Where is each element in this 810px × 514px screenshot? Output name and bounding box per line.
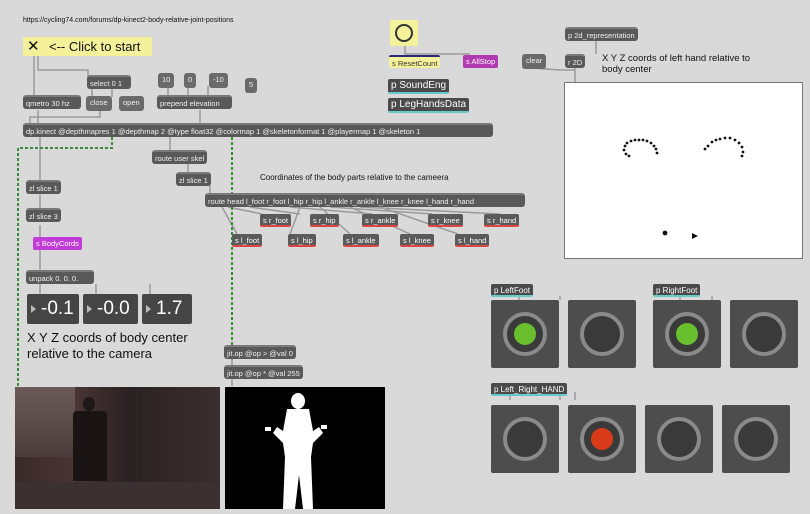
msg-5[interactable]: 5 xyxy=(245,78,258,93)
x-arrow-icon xyxy=(31,305,36,313)
send-l-knee[interactable]: s l_knee xyxy=(400,234,434,247)
led-fill xyxy=(676,323,698,345)
led-indicator xyxy=(580,312,624,356)
msg-10[interactable]: 10 xyxy=(158,73,175,88)
lcd-2d-canvas[interactable] xyxy=(564,82,803,259)
send-r-hip[interactable]: s r_hip xyxy=(310,214,339,227)
send-resetcount[interactable]: s ResetCount xyxy=(389,55,441,68)
close-message[interactable]: close xyxy=(86,96,112,111)
start-toggle[interactable]: ✕ <-- Click to start xyxy=(23,37,152,56)
send-r-knee[interactable]: s r_knee xyxy=(428,214,463,227)
send-l-hip[interactable]: s l_hip xyxy=(288,234,316,247)
led-indicator xyxy=(734,417,778,461)
person-silhouette xyxy=(83,397,95,411)
route-user-object[interactable]: route user skel xyxy=(152,150,208,164)
jit-op-mul-object[interactable]: jit.op @op * @val 255 xyxy=(224,365,303,379)
led-hand-4[interactable] xyxy=(722,405,790,473)
send-bodycords[interactable]: s BodyCords xyxy=(33,237,82,250)
zl-slice-1-object[interactable]: zl slice 1 xyxy=(176,172,211,186)
y-number[interactable]: -0.0 xyxy=(83,294,138,324)
z-value: 1.7 xyxy=(156,298,183,319)
led-right-foot-2[interactable] xyxy=(730,300,798,368)
led-indicator xyxy=(742,312,786,356)
bang-button[interactable] xyxy=(390,20,418,46)
y-arrow-icon xyxy=(87,305,92,313)
x-value: -0.1 xyxy=(41,298,74,319)
bpatcher-rightfoot-title[interactable]: p RightFoot xyxy=(653,284,701,297)
send-l-foot[interactable]: s l_foot xyxy=(232,234,263,247)
toggle-label: <-- Click to start xyxy=(49,39,141,54)
send-r-ankle[interactable]: s r_ankle xyxy=(362,214,399,227)
led-hand-3[interactable] xyxy=(645,405,713,473)
bpatcher-leftfoot-title[interactable]: p LeftFoot xyxy=(491,284,534,297)
r-2d-object[interactable]: r 2D xyxy=(565,54,586,68)
send-r-foot[interactable]: s r_foot xyxy=(260,214,292,227)
led-left-foot-1[interactable] xyxy=(491,300,559,368)
select-object[interactable]: select 0 1 xyxy=(87,75,131,89)
msg-0[interactable]: 0 xyxy=(184,73,197,88)
led-indicator xyxy=(657,417,701,461)
x-number[interactable]: -0.1 xyxy=(27,294,79,324)
led-fill xyxy=(514,323,536,345)
color-camera-window[interactable] xyxy=(15,387,220,509)
floor-shape xyxy=(15,482,220,509)
send-l-ankle[interactable]: s l_ankle xyxy=(343,234,379,247)
zl-slice-1-left-object[interactable]: zl slice 1 xyxy=(26,180,61,194)
depth-mask-window[interactable] xyxy=(225,387,385,509)
led-fill xyxy=(591,428,613,450)
dp-kinect-object[interactable]: dp.kinect @depthmapres 1 @depthmap 2 @ty… xyxy=(23,123,493,137)
person-body xyxy=(73,411,107,481)
player-mask-silhouette xyxy=(265,393,327,509)
send-l-hand[interactable]: s l_hand xyxy=(455,234,490,247)
jit-op-gt-object[interactable]: jit.op @op > @val 0 xyxy=(224,345,296,359)
left-hand-label: X Y Z coords of left hand relative to bo… xyxy=(602,53,751,75)
led-right-foot-1[interactable] xyxy=(653,300,721,368)
open-message[interactable]: open xyxy=(119,96,144,111)
led-hand-1[interactable] xyxy=(491,405,559,473)
p-2d-representation[interactable]: p 2d_representation xyxy=(565,27,638,41)
unpack-object[interactable]: unpack 0. 0. 0. xyxy=(26,270,94,284)
p-soundeng-subpatch[interactable]: p SoundEng xyxy=(388,79,450,94)
led-indicator xyxy=(503,417,547,461)
send-r-hand[interactable]: s r_hand xyxy=(484,214,520,227)
hand-trajectory-drawing xyxy=(622,136,745,239)
close-icon: ✕ xyxy=(27,37,40,55)
clear-message[interactable]: clear xyxy=(522,54,547,69)
body-center-label: X Y Z coords of body center relative to … xyxy=(27,330,188,361)
zl-slice-3-object[interactable]: zl slice 3 xyxy=(26,208,61,222)
led-left-foot-2[interactable] xyxy=(568,300,636,368)
send-allstop[interactable]: s AllStop xyxy=(463,55,499,68)
led-hand-2[interactable] xyxy=(568,405,636,473)
route-joints-object[interactable]: route head l_foot r_foot l_hip r_hip l_a… xyxy=(205,193,525,207)
qmetro-object[interactable]: qmetro 30 hz xyxy=(23,95,81,109)
prepend-object[interactable]: prepend elevation xyxy=(157,95,232,109)
y-value: -0.0 xyxy=(97,298,130,319)
bang-circle-icon xyxy=(395,24,413,42)
coords-title: Coordinates of the body parts relative t… xyxy=(260,173,449,182)
room-light-shape xyxy=(15,387,75,457)
url-comment: https://cycling74.com/forums/dp-kinect2-… xyxy=(23,17,234,24)
z-number[interactable]: 1.7 xyxy=(142,294,192,324)
led-indicator xyxy=(580,417,624,461)
led-indicator xyxy=(665,312,709,356)
led-indicator xyxy=(503,312,547,356)
z-arrow-icon xyxy=(146,305,151,313)
p-leghandsdata-subpatch[interactable]: p LegHandsData xyxy=(388,98,470,113)
msg-minus-10[interactable]: -10 xyxy=(209,73,228,88)
bpatcher-hands-title[interactable]: p Left_Right_HAND xyxy=(491,383,568,396)
